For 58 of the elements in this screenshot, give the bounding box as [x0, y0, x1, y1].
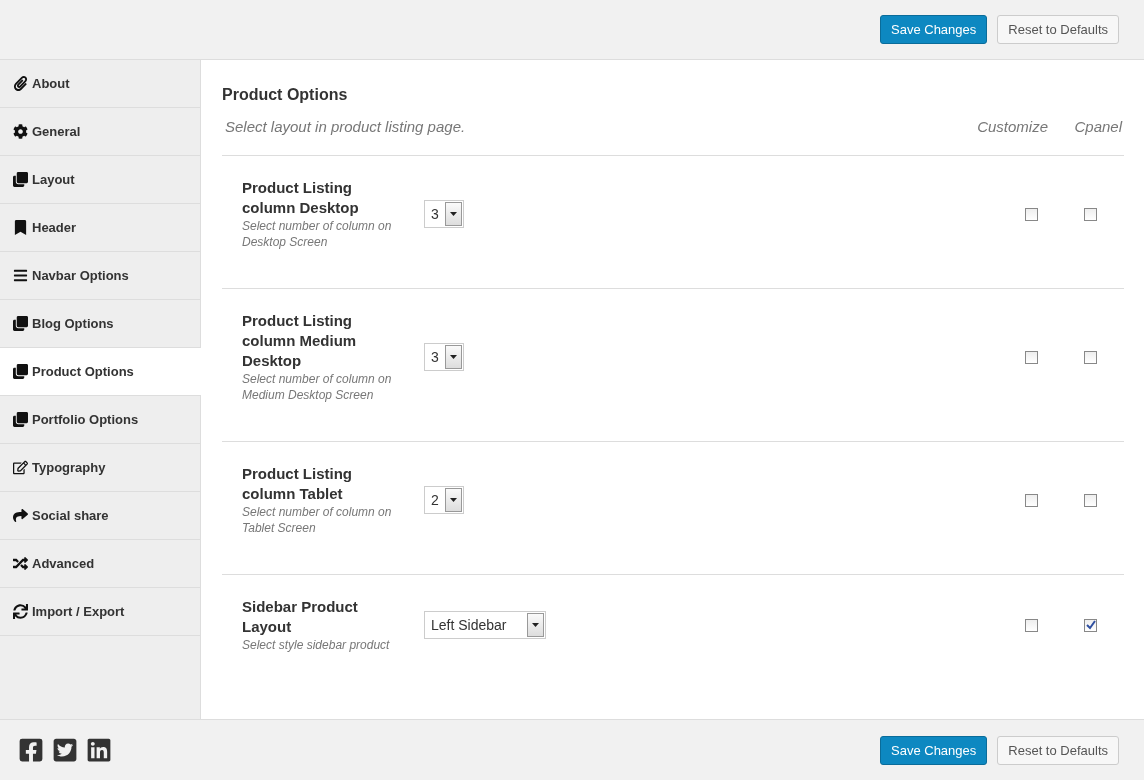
bookmark-icon	[13, 220, 28, 235]
save-button[interactable]: Save Changes	[880, 735, 988, 765]
checkbox[interactable]	[1084, 493, 1097, 507]
edit-icon	[13, 460, 28, 475]
option-title: Product Listing column Tablet	[242, 464, 353, 504]
option-title: Sidebar Product Layout	[242, 597, 359, 637]
sidebar-item[interactable]: Social share	[0, 492, 200, 540]
column-header: Customize	[976, 118, 1048, 135]
option-description: Select number of column on Medium Desktop Screen	[242, 371, 393, 403]
option-description: Select number of column on Tablet Screen	[242, 504, 393, 536]
share-arrow-icon	[13, 508, 28, 523]
sidebar-item[interactable]: Portfolio Options	[0, 396, 200, 444]
sidebar-item[interactable]: Header	[0, 204, 200, 252]
checkbox[interactable]	[1025, 618, 1038, 632]
select-field[interactable]: Left Sidebar	[424, 611, 546, 639]
twitter-icon[interactable]	[52, 737, 78, 763]
checkbox[interactable]	[1084, 207, 1097, 221]
option-description: Select style sidebar product	[242, 637, 391, 653]
sidebar-item[interactable]: General	[0, 108, 200, 156]
shuffle-icon	[13, 556, 28, 571]
menu-icon	[13, 268, 28, 283]
checkbox[interactable]	[1084, 350, 1097, 364]
caret-icon	[444, 202, 462, 226]
sidebar-item[interactable]: About	[0, 60, 200, 108]
sidebar-item[interactable]: Import / Export	[0, 588, 200, 636]
caret-icon	[527, 613, 544, 637]
option-title: Product Listing column Medium Desktop	[242, 311, 358, 371]
select-field[interactable]: 3	[424, 343, 464, 371]
sidebar-item[interactable]: Product Options	[0, 348, 201, 396]
stacked-pages-icon	[13, 172, 28, 187]
select-field[interactable]: 2	[424, 486, 464, 514]
section-title: Product Options	[222, 86, 349, 104]
sidebar-item[interactable]: Advanced	[0, 540, 200, 588]
column-header: Cpanel	[1073, 118, 1122, 135]
facebook-icon[interactable]	[18, 737, 44, 763]
checkbox[interactable]	[1025, 350, 1038, 364]
reset-button[interactable]: Reset to Defaults	[997, 735, 1119, 765]
checkbox[interactable]	[1084, 618, 1097, 632]
refresh-icon	[13, 604, 28, 619]
select-field[interactable]: 3	[424, 200, 464, 228]
checkbox[interactable]	[1025, 493, 1038, 507]
stacked-pages-icon	[13, 412, 28, 427]
stacked-pages-icon	[13, 316, 28, 331]
reset-button[interactable]: Reset to Defaults	[997, 15, 1119, 44]
sidebar-item[interactable]: Layout	[0, 156, 200, 204]
caret-icon	[444, 345, 462, 369]
option-description: Select number of column on Desktop Screen	[242, 218, 393, 250]
linkedin-icon[interactable]	[86, 737, 112, 763]
section-subtitle: Select layout in product listing page.	[225, 118, 467, 135]
gear-icon	[13, 124, 28, 139]
caret-icon	[444, 488, 462, 512]
option-title: Product Listing column Desktop	[242, 178, 360, 218]
save-button[interactable]: Save Changes	[880, 15, 988, 44]
paperclip-icon	[13, 76, 28, 91]
checkbox[interactable]	[1025, 207, 1038, 221]
sidebar-item[interactable]: Typography	[0, 444, 200, 492]
sidebar-item[interactable]: Navbar Options	[0, 252, 200, 300]
stacked-pages-icon	[13, 364, 28, 379]
